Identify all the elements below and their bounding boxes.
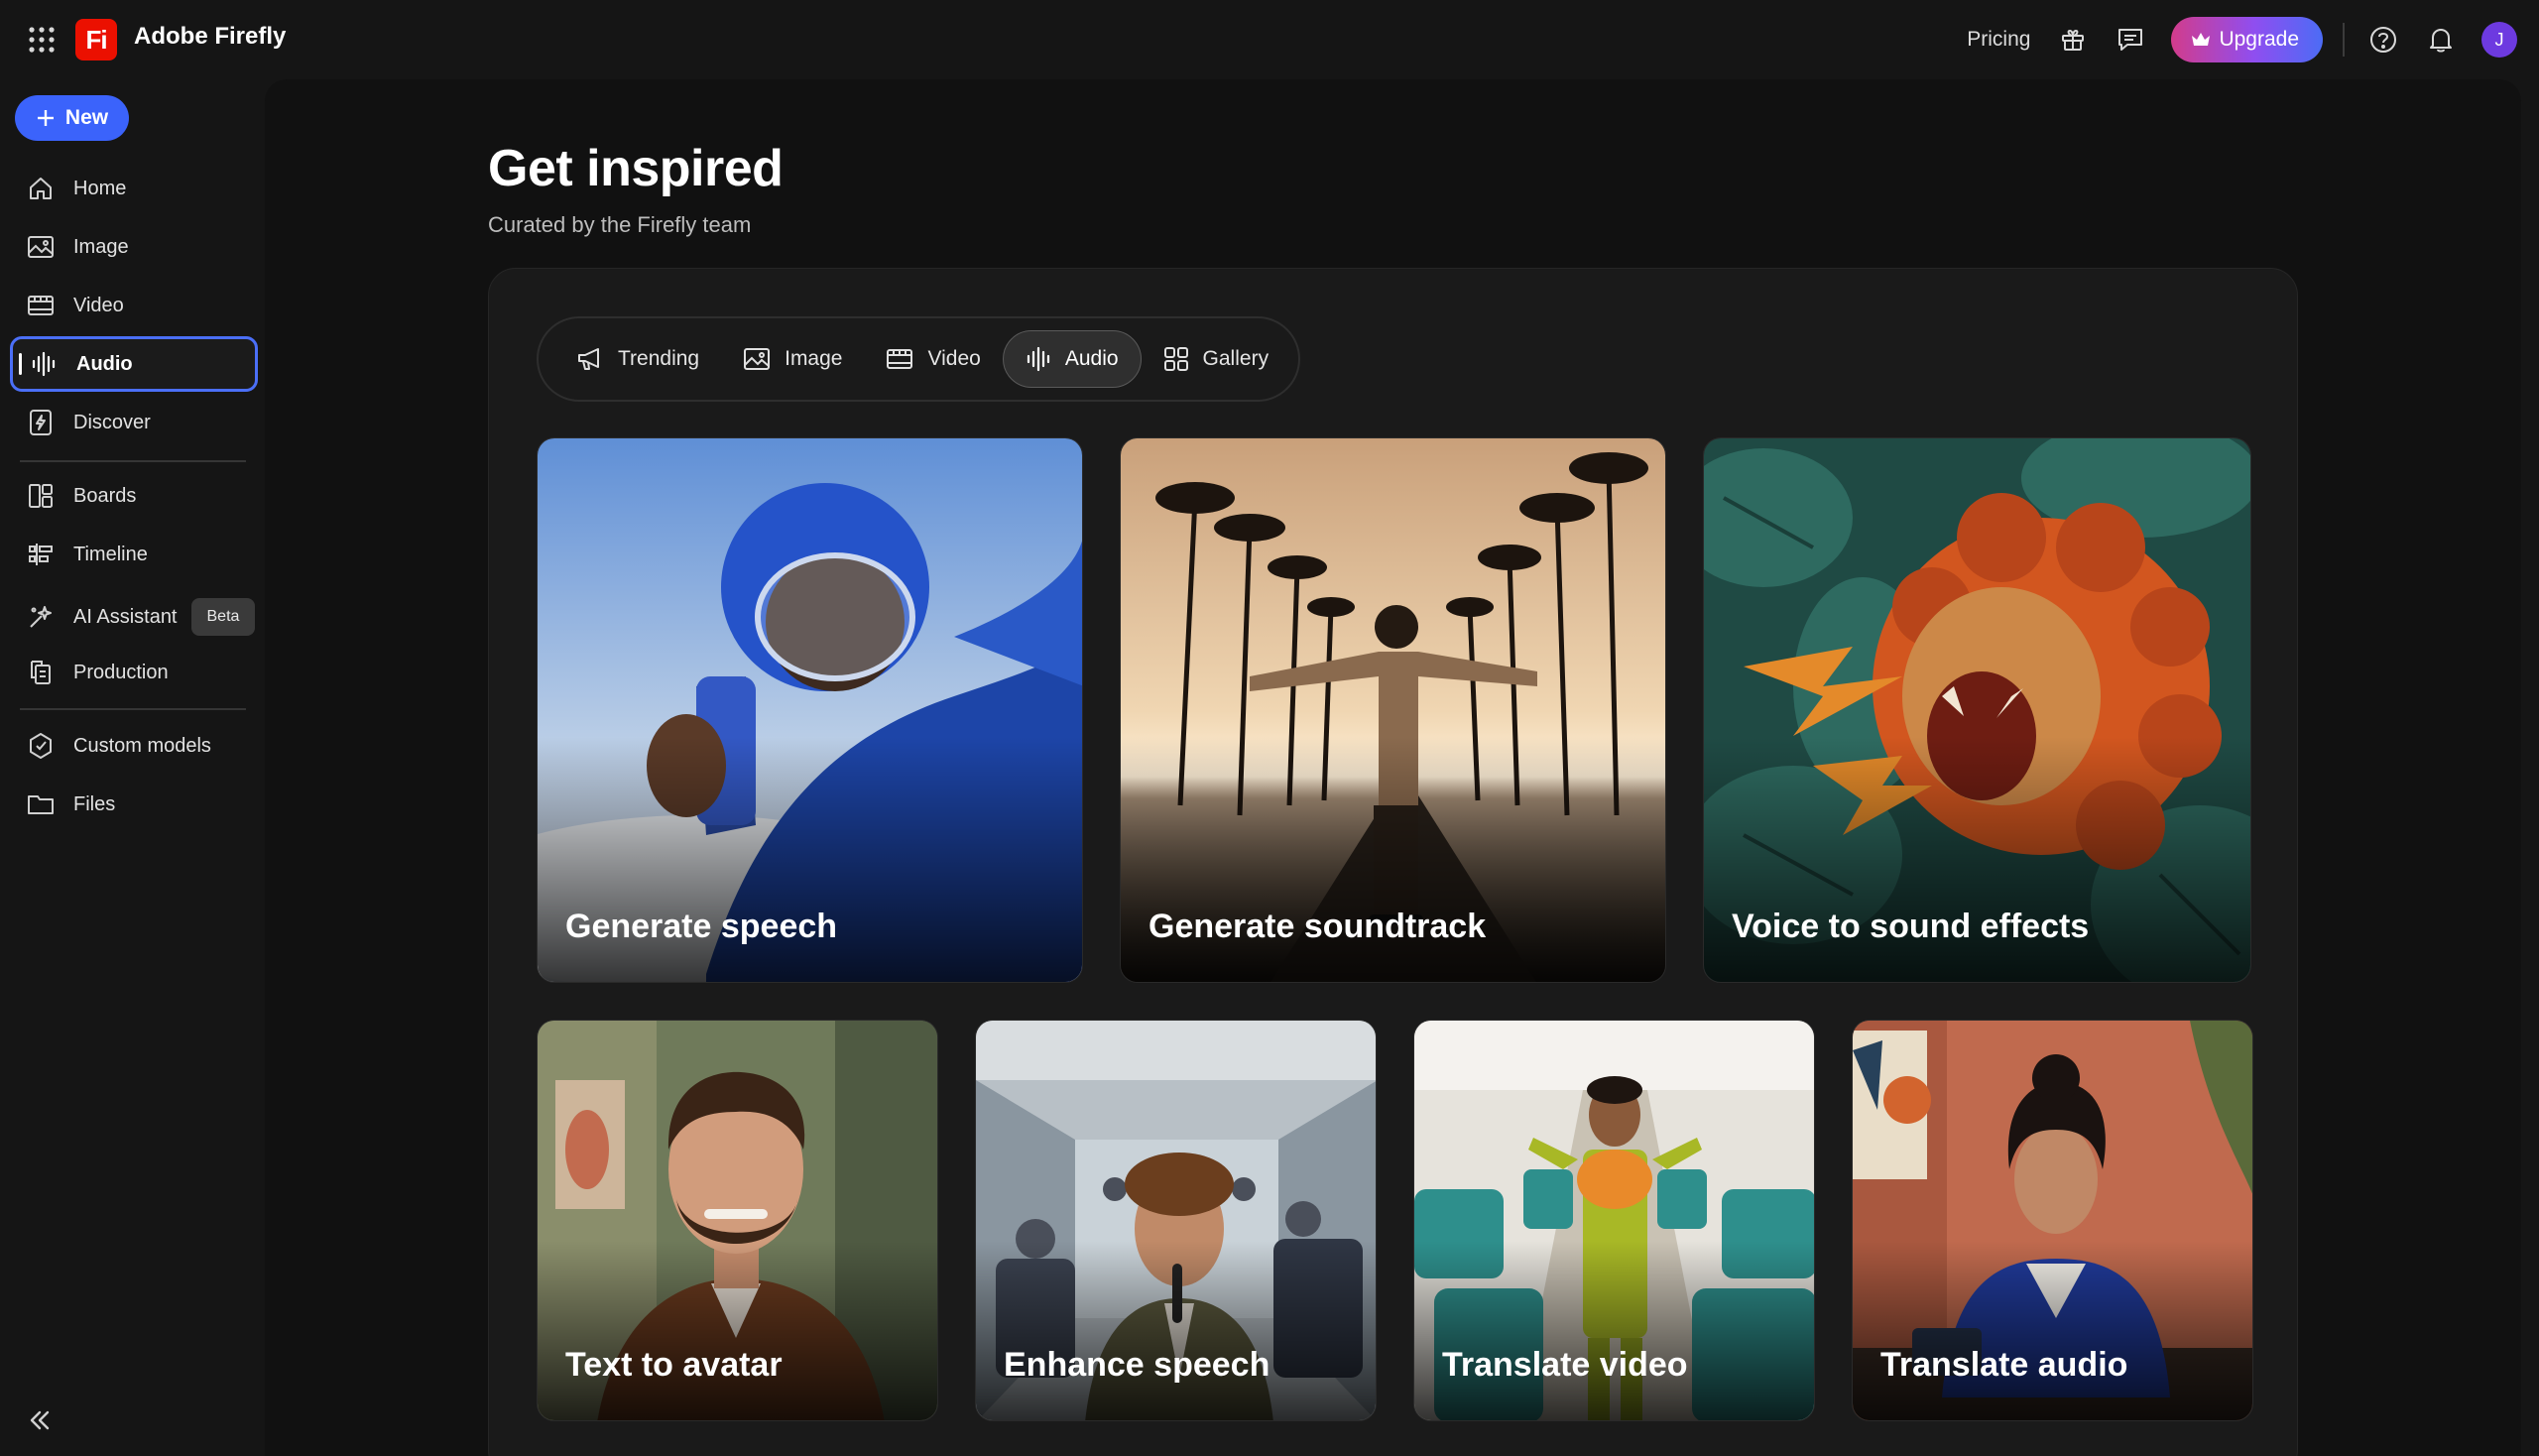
pricing-link[interactable]: Pricing (1967, 28, 2030, 52)
upgrade-button[interactable]: Upgrade (2171, 17, 2323, 62)
custom-models-icon (26, 731, 56, 761)
tab-label: Video (927, 347, 981, 370)
page-subtitle: Curated by the Firefly team (488, 212, 752, 237)
card-generate-soundtrack[interactable]: Generate soundtrack (1120, 437, 1666, 983)
beta-badge: Beta (190, 598, 256, 636)
tab-trending[interactable]: Trending (554, 330, 721, 388)
top-bar-actions: Pricing Upgrade J (1967, 16, 2517, 63)
sidebar-item-label: Boards (73, 484, 137, 507)
gift-icon[interactable] (2056, 23, 2090, 57)
help-icon[interactable] (2366, 23, 2400, 57)
video-icon (26, 291, 56, 320)
main-content: Get inspired Curated by the Firefly team… (265, 79, 2521, 1456)
card-translate-audio[interactable]: Translate audio (1852, 1020, 2253, 1421)
app-switcher-icon[interactable] (28, 26, 56, 54)
sidebar-item-label: Discover (73, 411, 151, 433)
card-title: Translate video (1442, 1346, 1688, 1384)
inspiration-panel: Trending Image Video Audio Gallery Gener… (488, 268, 2298, 1456)
new-button[interactable]: New (15, 95, 129, 141)
sidebar-item-label: Home (73, 177, 127, 199)
folder-icon (26, 789, 56, 819)
megaphone-icon (576, 346, 604, 372)
card-title: Translate audio (1880, 1346, 2128, 1384)
feedback-icon[interactable] (2114, 23, 2147, 57)
app-title[interactable]: Adobe Firefly (134, 23, 286, 51)
sidebar-divider (20, 460, 246, 462)
collapse-sidebar-icon[interactable] (26, 1406, 54, 1434)
ai-assistant-icon (26, 602, 56, 632)
sidebar-item-label: Files (73, 792, 116, 815)
sidebar-item-discover[interactable]: Discover (10, 395, 258, 450)
home-icon (26, 174, 56, 203)
card-generate-speech[interactable]: Generate speech (537, 437, 1083, 983)
card-title: Generate soundtrack (1149, 908, 1487, 945)
tab-image[interactable]: Image (721, 330, 864, 388)
boards-icon (26, 481, 56, 511)
tab-label: Trending (618, 347, 700, 370)
production-icon (26, 658, 56, 687)
sidebar-item-label: AI Assistant (73, 605, 178, 628)
sidebar-item-image[interactable]: Image (10, 219, 258, 275)
sidebar-item-custom-models[interactable]: Custom models (10, 718, 258, 774)
tab-label: Gallery (1202, 347, 1270, 370)
card-shade (1853, 1240, 2252, 1420)
card-shade (538, 1240, 937, 1420)
audio-icon (1026, 346, 1051, 372)
card-translate-video[interactable]: Translate video (1413, 1020, 1815, 1421)
sidebar-item-video[interactable]: Video (10, 278, 258, 333)
card-shade (1414, 1240, 1814, 1420)
sidebar-item-production[interactable]: Production (10, 645, 258, 700)
sidebar-item-ai-assistant[interactable]: AI Assistant Beta (10, 589, 258, 645)
tab-label: Audio (1064, 347, 1119, 370)
notifications-icon[interactable] (2424, 23, 2458, 57)
sidebar-item-label: Video (73, 294, 124, 316)
gallery-icon (1163, 346, 1189, 372)
card-shade (976, 1240, 1376, 1420)
sidebar: New Home Image Video Audio Discover Boar… (0, 79, 264, 1456)
card-voice-to-sound-effects[interactable]: Voice to sound effects (1703, 437, 2251, 983)
sidebar-item-label: Audio (76, 352, 133, 375)
sidebar-item-files[interactable]: Files (10, 777, 258, 832)
sidebar-divider (20, 708, 246, 710)
category-tabs: Trending Image Video Audio Gallery (537, 316, 1300, 402)
audio-icon (29, 349, 59, 379)
plus-icon (37, 110, 54, 126)
tab-gallery[interactable]: Gallery (1142, 330, 1291, 388)
sidebar-item-boards[interactable]: Boards (10, 468, 258, 524)
sidebar-item-label: Image (73, 235, 129, 258)
avatar[interactable]: J (2481, 22, 2517, 58)
timeline-icon (26, 540, 56, 569)
sidebar-item-timeline[interactable]: Timeline (10, 527, 258, 582)
upgrade-label: Upgrade (2219, 28, 2299, 51)
sidebar-item-label: Timeline (73, 543, 148, 565)
firefly-logo[interactable]: Fi (75, 19, 117, 61)
image-icon (743, 347, 771, 371)
top-bar: Fi Adobe Firefly Pricing Upgrade J (0, 0, 2539, 79)
new-button-label: New (64, 106, 109, 129)
sidebar-item-label: Custom models (73, 734, 211, 757)
sidebar-item-label: Production (73, 661, 169, 683)
divider (2343, 23, 2345, 57)
card-title: Text to avatar (565, 1346, 783, 1384)
crown-icon (2192, 33, 2211, 46)
tab-video[interactable]: Video (864, 330, 1002, 388)
sidebar-item-home[interactable]: Home (10, 161, 258, 216)
image-icon (26, 232, 56, 262)
page-title: Get inspired (488, 140, 784, 197)
card-title: Generate speech (565, 908, 838, 945)
card-text-to-avatar[interactable]: Text to avatar (537, 1020, 938, 1421)
tab-label: Image (785, 347, 843, 370)
card-title: Enhance speech (1004, 1346, 1270, 1384)
card-title: Voice to sound effects (1732, 908, 2090, 945)
discover-icon (26, 408, 56, 437)
sidebar-item-audio[interactable]: Audio (10, 336, 258, 392)
video-icon (886, 348, 913, 370)
tab-audio[interactable]: Audio (1002, 330, 1142, 388)
card-enhance-speech[interactable]: Enhance speech (975, 1020, 1377, 1421)
